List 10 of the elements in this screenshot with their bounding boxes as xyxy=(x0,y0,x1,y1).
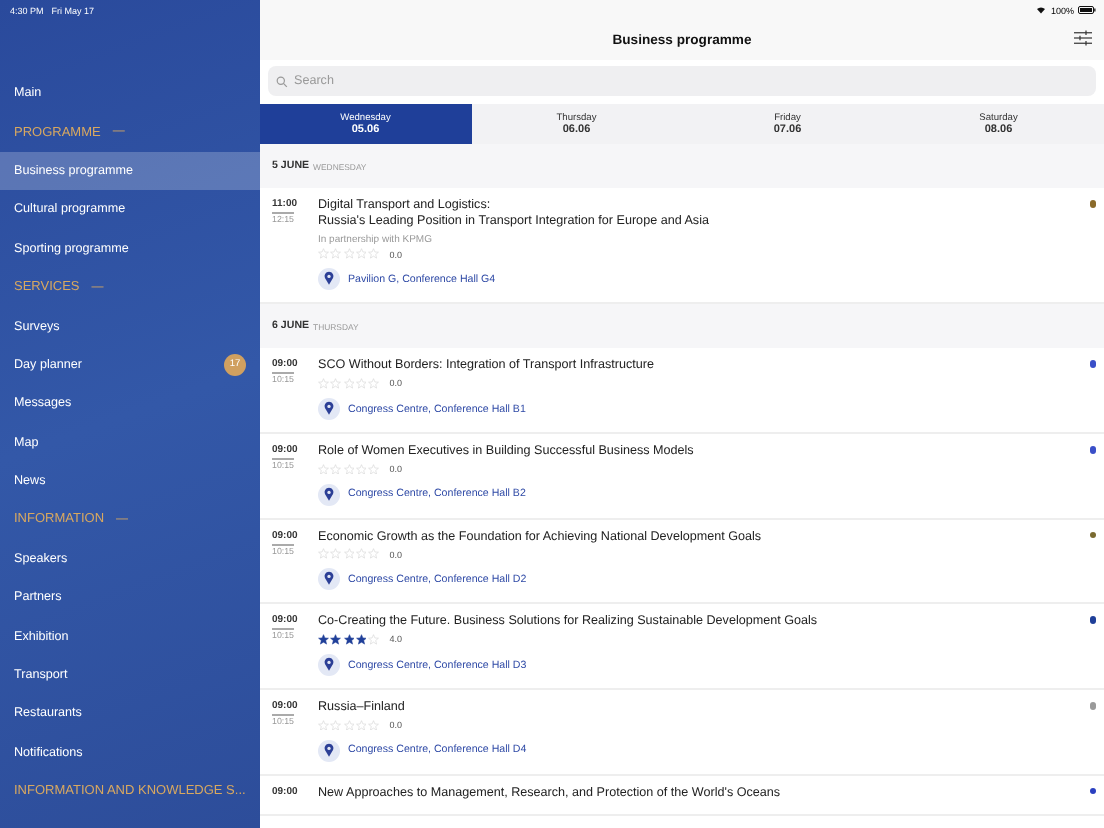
location-pin-icon xyxy=(318,398,340,421)
wifi-icon xyxy=(1036,6,1047,14)
location-pin-icon xyxy=(318,483,340,506)
battery-icon xyxy=(1078,6,1096,14)
filter-icon[interactable] xyxy=(1074,30,1092,46)
location-pin-icon xyxy=(318,268,340,291)
location-pin-icon xyxy=(318,739,340,762)
location-pin-icon xyxy=(318,568,340,591)
location-pin-icon xyxy=(318,654,340,677)
search-icon xyxy=(276,75,288,87)
